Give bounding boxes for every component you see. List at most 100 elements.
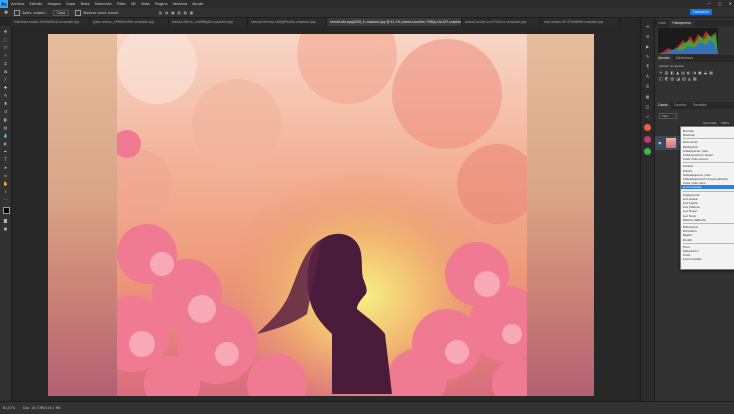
move-tool-icon[interactable]: ✥ bbox=[2, 29, 9, 34]
tab-document-4[interactable]: samuel-ferrara-1kfJfgPmp9A-unsplash.jpg bbox=[248, 18, 327, 26]
actions-icon[interactable]: ▶ bbox=[644, 44, 651, 50]
menu-archivo[interactable]: Archivo bbox=[11, 2, 24, 6]
lasso-tool-icon[interactable]: ➰ bbox=[2, 45, 9, 50]
dodge-tool-icon[interactable]: ◐ bbox=[2, 141, 9, 146]
blend-mode-option[interactable]: Color más oscuro bbox=[683, 157, 708, 161]
healing-brush-icon[interactable]: ✚ bbox=[2, 85, 9, 90]
auto-select-dropdown[interactable]: Capa bbox=[52, 9, 70, 16]
tools-panel: ✥ ⬚ ➰ ✧ ⌗ ⊠ ⁄ ✚ ✎ ♜ ↺ ◧ ▤ 💧 ◐ ✒ T ➤ ▭ ✋ … bbox=[0, 26, 12, 401]
menu-filtro[interactable]: Filtro bbox=[117, 2, 126, 6]
menu-separator bbox=[683, 190, 734, 192]
properties-icon[interactable]: ☰ bbox=[644, 34, 651, 40]
auto-select-label: Selec. autom.: bbox=[22, 10, 47, 15]
minimize-icon[interactable]: — bbox=[707, 0, 711, 8]
close-icon[interactable]: ✕ bbox=[729, 0, 732, 8]
opacity-label: Opacidad: bbox=[703, 121, 718, 125]
character-icon[interactable]: A bbox=[644, 74, 651, 80]
menu-3d[interactable]: 3D bbox=[131, 2, 136, 6]
layers-panel-tabs: Capas Canales Trazados bbox=[655, 102, 734, 109]
color-wheel-icon[interactable] bbox=[644, 124, 651, 131]
status-bar: 61,07% Doc: 16,3 MB/126,7 MB bbox=[0, 401, 734, 414]
stamp-tool-icon[interactable]: ♜ bbox=[2, 101, 9, 106]
tab-paths[interactable]: Trazados bbox=[690, 102, 710, 109]
shape-tool-icon[interactable]: ▭ bbox=[2, 173, 9, 178]
history-icon[interactable]: ⟲ bbox=[644, 24, 651, 30]
tab-channels[interactable]: Canales bbox=[671, 102, 690, 109]
document-size[interactable]: Doc: 16,3 MB/126,7 MB bbox=[23, 406, 60, 410]
crop-tool-icon[interactable]: ⌗ bbox=[2, 61, 9, 66]
swatches-icon[interactable]: ▦ bbox=[644, 94, 651, 100]
visibility-eye-icon[interactable]: ◉ bbox=[658, 140, 662, 145]
tab-document-1[interactable]: sharlinas-eaddc-9ct0A0f0o1i-unsplash.jpg bbox=[11, 18, 90, 26]
magic-wand-icon[interactable]: ✧ bbox=[2, 53, 9, 58]
paragraph-icon[interactable]: ¶ bbox=[644, 64, 651, 70]
share-button[interactable]: Compartir bbox=[690, 9, 712, 15]
tab-document-active[interactable]: ahmet-atk-bpgj0ZlD_E-unsplash.jpg @ 61,1… bbox=[327, 18, 462, 26]
tab-document-7[interactable]: edu-lauton-OF-d7k9d6lM-unsplash.jpg bbox=[541, 18, 620, 26]
add-adjustment-label: Añadir un ajuste bbox=[659, 64, 684, 68]
tab-adjustments[interactable]: Ajustes bbox=[655, 55, 673, 62]
app-logo: Ps bbox=[0, 0, 8, 8]
show-transform-checkbox[interactable] bbox=[75, 9, 82, 16]
paths-icon[interactable]: ✑ bbox=[644, 114, 651, 120]
maximize-icon[interactable]: ▢ bbox=[718, 0, 722, 8]
auto-select-checkbox[interactable] bbox=[14, 9, 21, 16]
menu-edicion[interactable]: Edición bbox=[29, 2, 42, 6]
libraries-icon[interactable]: ◫ bbox=[644, 104, 651, 110]
menu-vista[interactable]: Vista bbox=[141, 2, 150, 6]
menu-separator bbox=[683, 138, 734, 140]
move-tool-icon[interactable]: ✥ bbox=[4, 10, 8, 16]
brush-tool-icon[interactable]: ✎ bbox=[2, 93, 9, 98]
blend-mode-option[interactable]: Luminosidad bbox=[683, 257, 701, 261]
tab-document-6[interactable]: pascal-muller-1cr07V0s-lo-unsplash.jpg bbox=[462, 18, 541, 26]
menu-plugins[interactable]: Plugins bbox=[155, 2, 168, 6]
path-select-icon[interactable]: ➤ bbox=[2, 165, 9, 170]
layer-kind-filter[interactable]: Tipo bbox=[659, 113, 678, 119]
opacity-value[interactable]: 100% bbox=[721, 121, 729, 125]
layer-thumbnail bbox=[666, 138, 676, 148]
marquee-tool-icon[interactable]: ⬚ bbox=[2, 37, 9, 42]
type-tool-icon[interactable]: T bbox=[2, 157, 9, 162]
more-tools-icon[interactable]: ⋯ bbox=[2, 197, 9, 202]
eyedropper-icon[interactable]: ⁄ bbox=[2, 77, 9, 82]
menu-ventana[interactable]: Ventana bbox=[172, 2, 187, 6]
menu-separator bbox=[683, 223, 734, 224]
menu-seleccion[interactable]: Selección bbox=[95, 2, 112, 6]
tab-color[interactable]: Color bbox=[655, 20, 669, 27]
eraser-tool-icon[interactable]: ◧ bbox=[2, 117, 9, 122]
blend-mode-menu[interactable]: Normal Disolver Oscurecer Multiplicar Subexp… bbox=[680, 126, 734, 270]
screen-mode-icon[interactable]: ▣ bbox=[2, 226, 9, 231]
foreground-color-swatch[interactable] bbox=[3, 207, 10, 214]
menu-capa[interactable]: Capa bbox=[66, 2, 75, 6]
adjustment-icons-row2[interactable]: ◫◩▨◪▧◭▩ bbox=[659, 76, 699, 81]
show-transform-label: Mostrar contr. transf. bbox=[83, 10, 119, 15]
history-brush-icon[interactable]: ↺ bbox=[2, 109, 9, 114]
blend-mode-option[interactable]: Dividir bbox=[683, 238, 692, 242]
plugin-2-icon[interactable] bbox=[644, 148, 651, 155]
blend-mode-option[interactable]: Mezcla definida bbox=[683, 218, 706, 222]
hand-tool-icon[interactable]: ✋ bbox=[2, 181, 9, 186]
glyphs-icon[interactable]: Ꞩ bbox=[644, 84, 651, 90]
blur-tool-icon[interactable]: 💧 bbox=[2, 133, 9, 138]
plugin-icon[interactable] bbox=[644, 136, 651, 143]
blend-mode-option[interactable]: Luminosidad bbox=[681, 185, 734, 190]
menu-imagen[interactable]: Imagen bbox=[47, 2, 61, 6]
frame-tool-icon[interactable]: ⊠ bbox=[2, 69, 9, 74]
quick-mask-icon[interactable]: ◙ bbox=[2, 218, 9, 223]
blend-mode-option[interactable]: Disolver bbox=[683, 133, 695, 137]
zoom-level[interactable]: 61,07% bbox=[3, 406, 15, 410]
menu-texto[interactable]: Texto bbox=[80, 2, 89, 6]
menu-ayuda[interactable]: Ayuda bbox=[192, 2, 203, 6]
zoom-tool-icon[interactable]: ⌕ bbox=[2, 189, 9, 194]
gradient-tool-icon[interactable]: ▤ bbox=[2, 125, 9, 130]
adjustment-icons[interactable]: ☀▥◧▲▤◐◑▣◒▦ bbox=[659, 70, 715, 75]
tab-document-3[interactable]: jessica-felicio-_mofBNqZe-unsplash.jpg bbox=[169, 18, 248, 26]
pen-tool-icon[interactable]: ✒ bbox=[2, 149, 9, 154]
tab-histogram[interactable]: Histograma bbox=[669, 20, 694, 27]
align-icons[interactable]: ▥▤▦▧▨▩ bbox=[159, 11, 196, 15]
tab-layers[interactable]: Capas bbox=[655, 102, 671, 109]
photo-canvas[interactable] bbox=[117, 34, 527, 396]
tab-document-2[interactable]: gitas-ramos-_e9f0XhihFek-unsplash.jpg bbox=[90, 18, 169, 26]
brush-settings-icon[interactable]: ✎ bbox=[644, 54, 651, 60]
tab-libraries[interactable]: Bibliotecas bbox=[673, 55, 696, 62]
